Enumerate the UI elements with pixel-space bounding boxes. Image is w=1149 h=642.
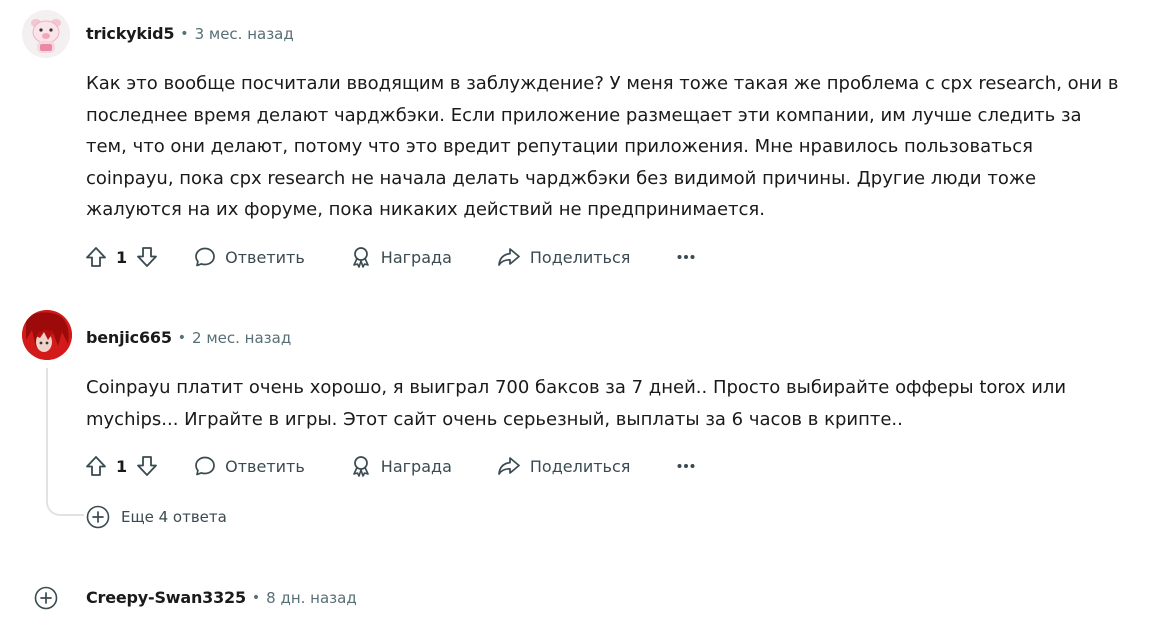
more-options-button[interactable] xyxy=(676,454,696,478)
reply-button[interactable]: Ответить xyxy=(193,454,305,478)
username[interactable]: benjic665 xyxy=(86,328,172,347)
ellipsis-icon xyxy=(677,255,695,259)
comment-meta: Creepy-Swan3325 • 8 дн. назад xyxy=(86,588,357,607)
comment-actions: 1 Ответить Награда Поделиться xyxy=(84,450,696,482)
downvote-icon xyxy=(137,247,158,267)
share-button[interactable]: Поделиться xyxy=(496,245,631,269)
comment-bubble-icon xyxy=(195,456,215,476)
share-button[interactable]: Поделиться xyxy=(496,454,631,478)
downvote-button[interactable] xyxy=(135,245,159,269)
meta-separator: • xyxy=(251,589,261,606)
comment-body: Coinpayu платит очень хорошо, я выиграл … xyxy=(86,377,1067,430)
upvote-button[interactable] xyxy=(84,454,108,478)
expand-circle-icon xyxy=(34,586,58,610)
reply-label: Ответить xyxy=(225,247,305,267)
vote-count: 1 xyxy=(116,247,128,267)
comment-meta: trickykid5 • 3 мес. назад xyxy=(86,24,294,43)
downvote-icon xyxy=(137,456,158,476)
comment-meta: benjic665 • 2 мес. назад xyxy=(86,328,291,347)
vote-group: 1 xyxy=(84,245,159,269)
thread-line xyxy=(46,368,48,486)
comment-actions: 1 Ответить Награда Поделиться xyxy=(84,241,696,273)
comment-bubble-icon xyxy=(195,247,215,267)
avatar[interactable] xyxy=(22,10,70,58)
downvote-button[interactable] xyxy=(135,454,159,478)
award-label: Награда xyxy=(380,247,452,267)
timestamp[interactable]: 3 мес. назад xyxy=(195,25,294,43)
share-label: Поделиться xyxy=(529,247,631,267)
upvote-icon xyxy=(86,456,106,476)
vote-count: 1 xyxy=(116,456,128,476)
expand-circle-icon xyxy=(86,505,110,529)
timestamp[interactable]: 2 мес. назад xyxy=(192,329,291,347)
thread-connector xyxy=(46,486,84,516)
award-icon xyxy=(352,456,369,477)
pig-snoo-avatar-icon xyxy=(22,10,70,58)
meta-separator: • xyxy=(177,329,187,346)
avatar[interactable] xyxy=(22,310,72,360)
red-hair-avatar-icon xyxy=(22,310,72,360)
expand-comment-button[interactable] xyxy=(33,585,59,611)
more-replies-label: Еще 4 ответа xyxy=(121,508,227,526)
vote-group: 1 xyxy=(84,454,159,478)
more-options-button[interactable] xyxy=(676,245,696,269)
award-button[interactable]: Награда xyxy=(349,245,452,269)
share-icon xyxy=(498,248,520,266)
meta-separator: • xyxy=(180,25,189,42)
award-label: Награда xyxy=(380,456,452,476)
award-icon xyxy=(352,247,369,268)
reply-button[interactable]: Ответить xyxy=(193,245,305,269)
share-label: Поделиться xyxy=(529,456,631,476)
username[interactable]: Creepy-Swan3325 xyxy=(86,588,246,607)
ellipsis-icon xyxy=(677,464,695,468)
more-replies-button[interactable]: Еще 4 ответа xyxy=(85,504,227,530)
comment-body: Как это вообще посчитали вводящим в забл… xyxy=(86,73,1119,220)
share-icon xyxy=(498,457,520,475)
reply-label: Ответить xyxy=(225,456,305,476)
award-button[interactable]: Награда xyxy=(349,454,452,478)
timestamp[interactable]: 8 дн. назад xyxy=(266,589,357,607)
username[interactable]: trickykid5 xyxy=(86,24,174,43)
upvote-button[interactable] xyxy=(84,245,108,269)
upvote-icon xyxy=(86,247,106,267)
